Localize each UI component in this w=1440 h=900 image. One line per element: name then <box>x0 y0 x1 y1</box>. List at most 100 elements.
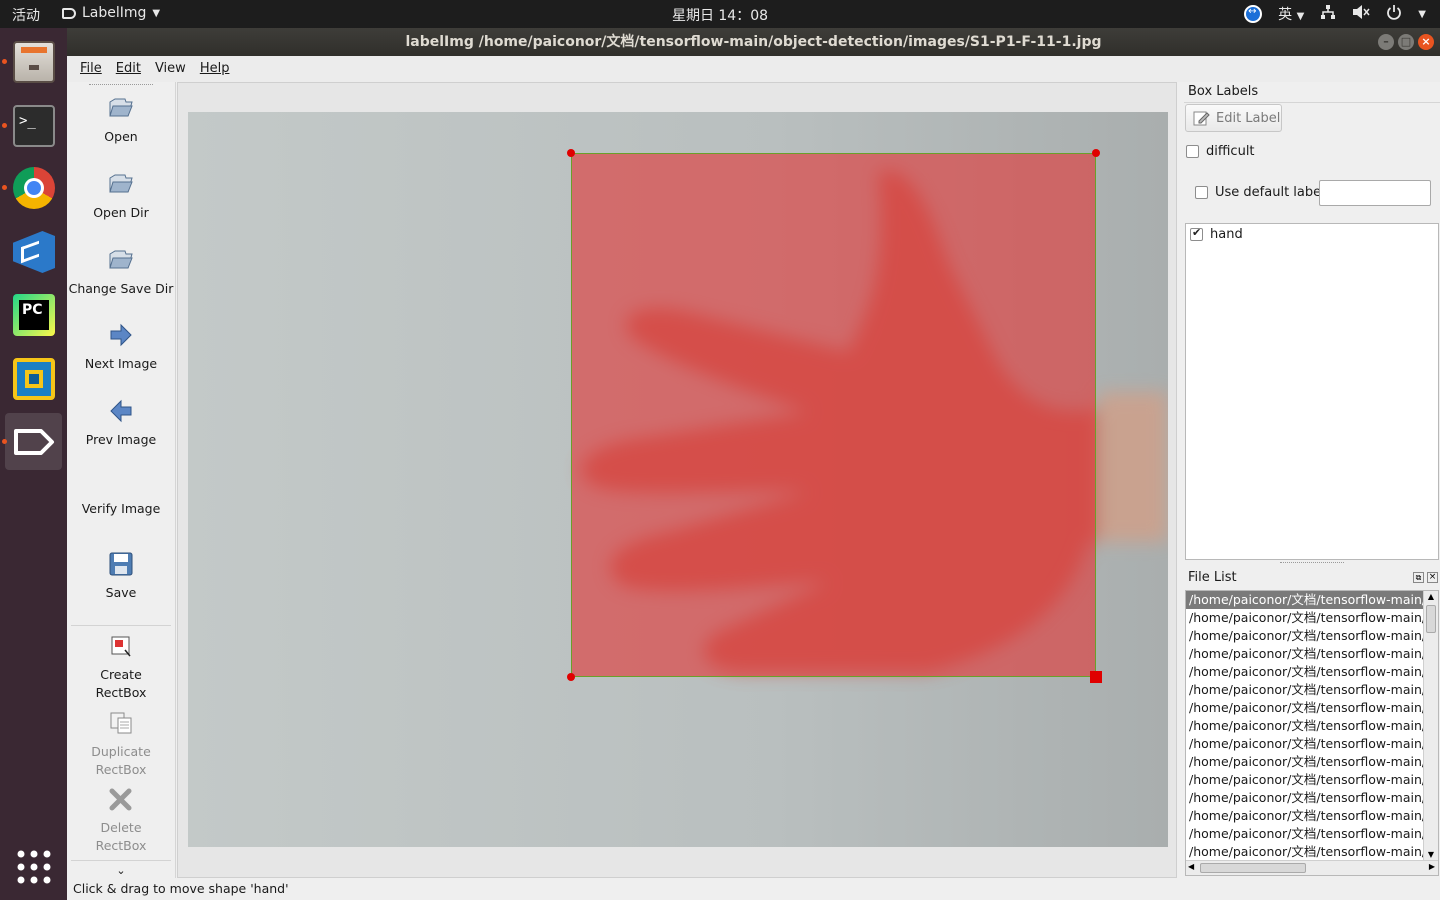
chevron-down-icon[interactable]: ▼ <box>1418 9 1426 20</box>
menu-help[interactable]: Help <box>193 56 237 82</box>
create-rectbox-button[interactable]: Create RectBox <box>67 632 175 702</box>
delete-rectbox-button[interactable]: Delete RectBox <box>67 785 175 855</box>
save-label: Save <box>105 585 137 600</box>
difficult-checkbox[interactable] <box>1186 145 1199 158</box>
status-message: Click & drag to move shape 'hand' <box>73 881 289 896</box>
splitter-handle[interactable] <box>1280 562 1344 566</box>
open-dir-label: Open Dir <box>93 205 149 220</box>
dock-item-files[interactable] <box>2 33 62 90</box>
file-list-item[interactable]: /home/paiconor/文档/tensorflow-main/ob <box>1186 591 1423 609</box>
file-list-item[interactable]: /home/paiconor/文档/tensorflow-main/ob <box>1186 843 1423 861</box>
vertical-scrollbar[interactable]: ▲ ▼ <box>1423 591 1438 861</box>
change-save-dir-label: Change Save Dir <box>68 281 174 296</box>
volume-muted-icon[interactable] <box>1352 4 1370 24</box>
scrollbar-thumb[interactable] <box>1426 605 1436 633</box>
toolbar-separator <box>71 860 171 861</box>
default-label-input[interactable] <box>1319 180 1431 206</box>
menu-edit[interactable]: Edit <box>109 56 148 82</box>
open-dir-button[interactable]: Open Dir <box>67 170 175 222</box>
file-list-item[interactable]: /home/paiconor/文档/tensorflow-main/ob <box>1186 681 1423 699</box>
window-title: labelImg /home/paiconor/文档/tensorflow-ma… <box>405 34 1102 50</box>
menu-edit-label: Edit <box>115 61 141 76</box>
dock-item-terminal[interactable]: >_ <box>2 97 62 154</box>
app-menu-label: LabelImg <box>82 5 147 21</box>
teamviewer-icon[interactable] <box>1244 5 1263 23</box>
prev-image-button[interactable]: Prev Image <box>67 397 175 449</box>
use-default-label-checkbox[interactable] <box>1195 186 1208 199</box>
menu-file[interactable]: File <box>73 56 109 82</box>
annotated-image[interactable] <box>188 112 1168 847</box>
file-list-item[interactable]: /home/paiconor/文档/tensorflow-main/ob <box>1186 789 1423 807</box>
label-list[interactable]: hand <box>1185 223 1439 560</box>
label-visibility-checkbox[interactable] <box>1190 226 1203 241</box>
next-image-button[interactable]: Next Image <box>67 321 175 373</box>
file-list-item[interactable]: /home/paiconor/文档/tensorflow-main/ob <box>1186 717 1423 735</box>
prev-image-label: Prev Image <box>85 432 157 447</box>
clock[interactable]: 星期日 14：08 <box>0 5 1440 25</box>
file-list-item[interactable]: /home/paiconor/文档/tensorflow-main/ob <box>1186 645 1423 663</box>
save-button[interactable]: Save <box>67 550 175 602</box>
file-list-item[interactable]: /home/paiconor/文档/tensorflow-main/ob <box>1186 825 1423 843</box>
running-indicator <box>2 185 7 190</box>
window-title-bar[interactable]: labelImg /home/paiconor/文档/tensorflow-ma… <box>67 28 1440 56</box>
dock-item-vscode[interactable] <box>5 223 62 280</box>
bbox-corner-handle-bottom-left[interactable] <box>567 673 575 681</box>
dock-item-pycharm[interactable]: PC <box>5 286 62 343</box>
power-icon[interactable] <box>1386 4 1402 24</box>
undock-icon[interactable]: ⧉ <box>1413 572 1424 583</box>
maximize-icon[interactable]: □ <box>1398 34 1414 50</box>
app-menu[interactable]: LabelImg ▼ <box>62 5 160 21</box>
bbox-corner-handle-bottom-right[interactable] <box>1090 671 1102 683</box>
arrow-left-icon <box>110 399 132 423</box>
file-list-item[interactable]: /home/paiconor/文档/tensorflow-main/ob <box>1186 627 1423 645</box>
close-icon[interactable]: × <box>1418 34 1434 50</box>
file-list-rows: /home/paiconor/文档/tensorflow-main/ob/hom… <box>1186 591 1438 861</box>
input-method-indicator[interactable]: 英 ▼ <box>1278 4 1304 24</box>
file-list-item[interactable]: /home/paiconor/文档/tensorflow-main/ob <box>1186 735 1423 753</box>
dock-item-labelimg[interactable] <box>2 413 62 470</box>
floppy-disk-icon <box>109 552 133 576</box>
running-indicator <box>2 439 7 444</box>
scrollbar-thumb[interactable] <box>1200 863 1306 873</box>
file-list-item[interactable]: /home/paiconor/文档/tensorflow-main/ob <box>1186 609 1423 627</box>
edit-label-text: Edit Label <box>1216 110 1281 126</box>
dock-item-virtualbox[interactable] <box>5 350 62 407</box>
labelimg-window: File Edit View Help Open Open Dir Change… <box>67 56 1440 900</box>
file-list-item[interactable]: /home/paiconor/文档/tensorflow-main/ob <box>1186 699 1423 717</box>
bounding-box-hand[interactable] <box>567 149 1102 683</box>
bbox-corner-handle-top-right[interactable] <box>1092 149 1100 157</box>
delete-rectbox-label-line2: RectBox <box>95 838 147 853</box>
toolbar-grip[interactable] <box>89 84 153 85</box>
minimize-icon[interactable]: – <box>1378 34 1394 50</box>
change-save-dir-button[interactable]: Change Save Dir <box>67 246 175 298</box>
horizontal-scrollbar[interactable]: ◀ ▶ <box>1186 860 1438 875</box>
open-button[interactable]: Open <box>67 94 175 146</box>
menu-view[interactable]: View <box>148 56 193 82</box>
close-panel-icon[interactable]: × <box>1427 572 1438 583</box>
scroll-right-icon[interactable]: ▶ <box>1429 862 1435 871</box>
duplicate-rectbox-button[interactable]: Duplicate RectBox <box>67 709 175 779</box>
scroll-up-icon[interactable]: ▲ <box>1424 591 1438 603</box>
image-canvas[interactable] <box>177 82 1177 878</box>
verify-image-button[interactable]: Verify Image <box>67 500 175 518</box>
edit-pencil-icon <box>1193 111 1210 126</box>
use-default-label-row[interactable]: Use default label <box>1195 185 1325 200</box>
next-image-label: Next Image <box>84 356 158 371</box>
scroll-left-icon[interactable]: ◀ <box>1188 862 1194 871</box>
file-list[interactable]: /home/paiconor/文档/tensorflow-main/ob/hom… <box>1185 590 1439 876</box>
menu-view-label: View <box>154 61 186 76</box>
file-list-item[interactable]: /home/paiconor/文档/tensorflow-main/ob <box>1186 771 1423 789</box>
bbox-corner-handle-top-left[interactable] <box>567 149 575 157</box>
file-list-item[interactable]: /home/paiconor/文档/tensorflow-main/ob <box>1186 807 1423 825</box>
dock-item-chrome[interactable] <box>2 159 62 216</box>
folder-open-icon <box>109 174 133 193</box>
difficult-checkbox-row[interactable]: difficult <box>1186 144 1255 159</box>
show-applications-button[interactable] <box>5 838 62 895</box>
activities-button[interactable]: 活动 <box>12 5 40 25</box>
label-tag-icon <box>62 7 76 19</box>
edit-label-button[interactable]: Edit Label <box>1185 104 1282 132</box>
file-list-item[interactable]: /home/paiconor/文档/tensorflow-main/ob <box>1186 753 1423 771</box>
label-list-item[interactable]: hand <box>1190 226 1243 242</box>
file-list-item[interactable]: /home/paiconor/文档/tensorflow-main/ob <box>1186 663 1423 681</box>
network-icon[interactable] <box>1320 4 1336 24</box>
